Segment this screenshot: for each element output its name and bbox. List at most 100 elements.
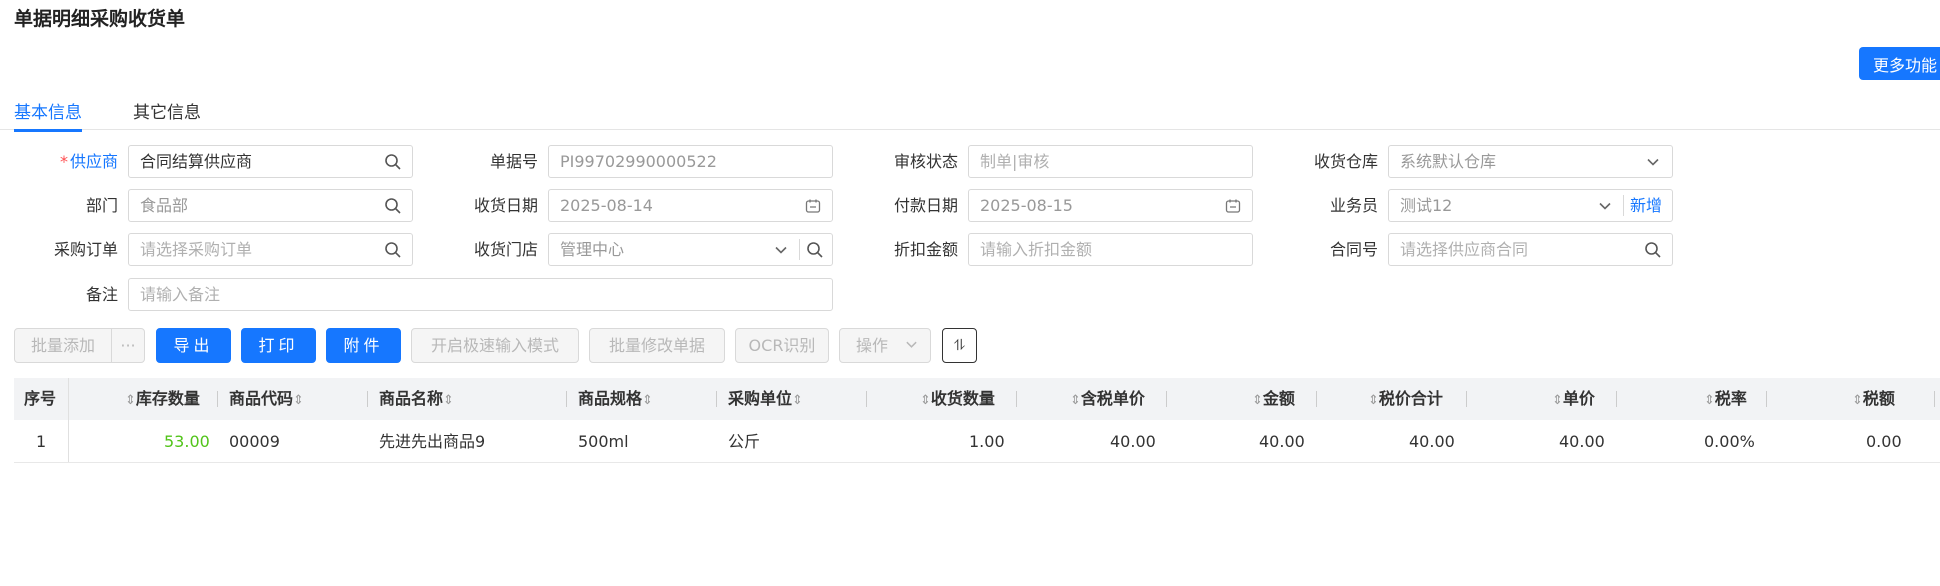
header-cell[interactable]: ⇕收货数量 bbox=[920, 378, 995, 420]
sort-icon: ⇕ bbox=[293, 393, 304, 408]
audit-status-label: 审核状态 bbox=[893, 152, 958, 171]
more-functions-button[interactable]: 更多功能 bbox=[1859, 47, 1940, 80]
search-icon[interactable] bbox=[378, 146, 408, 177]
fast-input-mode-button[interactable]: 开启极速输入模式 bbox=[411, 328, 579, 363]
supplier-value: 合同结算供应商 bbox=[140, 152, 253, 171]
supplier-label: * 供应商 bbox=[8, 145, 118, 178]
doc-no-value: PI99702990000522 bbox=[560, 152, 717, 171]
calendar-icon[interactable] bbox=[1218, 190, 1248, 221]
salesman-value: 测试12 bbox=[1400, 196, 1453, 215]
department-value: 食品部 bbox=[140, 196, 189, 215]
receive-date-value: 2025-08-14 bbox=[560, 196, 653, 215]
department-input[interactable]: 食品部 bbox=[128, 189, 413, 222]
tab-other-info[interactable]: 其它信息 bbox=[133, 98, 201, 129]
pay-date-input[interactable]: 2025-08-15 bbox=[968, 189, 1253, 222]
tax-amount-cell: 0.00 bbox=[1866, 432, 1902, 451]
tax-price-cell: 40.00 bbox=[1110, 432, 1156, 451]
purchase-order-input[interactable]: 请选择采购订单 bbox=[128, 233, 413, 266]
sort-icon: ⇕ bbox=[125, 393, 136, 408]
tax-rate-cell: 0.00% bbox=[1704, 432, 1755, 451]
warehouse-label: 收货仓库 bbox=[1313, 152, 1378, 171]
chevron-down-icon bbox=[1590, 190, 1620, 221]
tab-basic-info[interactable]: 基本信息 bbox=[14, 98, 82, 132]
required-mark: * bbox=[59, 152, 68, 171]
table-header: 序号 ⇕库存数量 商品代码⇕ 商品名称⇕ 商品规格⇕ 采购单位⇕ ⇕收货数量 ⇕… bbox=[14, 378, 1940, 420]
sort-icon: ⇕ bbox=[1070, 393, 1081, 408]
search-icon[interactable] bbox=[800, 234, 830, 265]
receive-date-input[interactable]: 2025-08-14 bbox=[548, 189, 833, 222]
receive-date-label: 收货日期 bbox=[473, 196, 538, 215]
contract-placeholder: 请选择供应商合同 bbox=[1400, 240, 1529, 259]
more-options-button[interactable]: ··· bbox=[111, 328, 145, 363]
header-cell[interactable]: ⇕税价合计 bbox=[1368, 378, 1443, 420]
search-icon[interactable] bbox=[378, 190, 408, 221]
amount-cell: 40.00 bbox=[1259, 432, 1305, 451]
discount-placeholder: 请输入折扣金额 bbox=[980, 240, 1093, 259]
header-cell[interactable]: 商品代码⇕ bbox=[229, 378, 304, 420]
column-settings-button[interactable]: ⥮ bbox=[942, 328, 977, 363]
header-cell[interactable]: 采购单位⇕ bbox=[728, 378, 803, 420]
header-cell: 序号 bbox=[24, 389, 57, 408]
chevron-down-icon bbox=[1638, 146, 1668, 177]
supplier-label-text: 供应商 bbox=[69, 152, 118, 171]
store-value: 管理中心 bbox=[560, 240, 625, 259]
remark-input[interactable]: 请输入备注 bbox=[128, 278, 833, 311]
purchase-order-placeholder: 请选择采购订单 bbox=[140, 240, 253, 259]
department-label: 部门 bbox=[85, 196, 118, 215]
warehouse-select[interactable]: 系统默认仓库 bbox=[1388, 145, 1673, 178]
export-button[interactable]: 导出 bbox=[156, 328, 231, 363]
salesman-add-link[interactable]: 新增 bbox=[1630, 190, 1662, 221]
salesman-select[interactable]: 测试12 新增 bbox=[1388, 189, 1673, 222]
sort-icon: ⇕ bbox=[1852, 393, 1863, 408]
sort-icon: ⇕ bbox=[792, 393, 803, 408]
pay-date-value: 2025-08-15 bbox=[980, 196, 1073, 215]
receive-qty-cell: 1.00 bbox=[969, 432, 1005, 451]
audit-status-placeholder: 制单|审核 bbox=[980, 152, 1050, 171]
header-cell[interactable]: ⇕税率 bbox=[1704, 378, 1747, 420]
header-cell[interactable]: ⇕含税单价 bbox=[1070, 378, 1145, 420]
discount-label: 折扣金额 bbox=[893, 240, 958, 259]
ocr-button[interactable]: OCR识别 bbox=[735, 328, 829, 363]
stock-qty-cell: 53.00 bbox=[164, 432, 210, 451]
sort-icon: ⇕ bbox=[443, 393, 454, 408]
header-cell[interactable]: 商品名称⇕ bbox=[379, 378, 454, 420]
purchase-order-label: 采购订单 bbox=[53, 240, 118, 259]
audit-status-field: 制单|审核 bbox=[968, 145, 1253, 178]
attach-button[interactable]: 附件 bbox=[326, 328, 401, 363]
product-name-cell: 先进先出商品9 bbox=[379, 432, 486, 451]
sort-icon: ⇕ bbox=[642, 393, 653, 408]
store-select[interactable]: 管理中心 bbox=[548, 233, 833, 266]
table-row[interactable]: 1 53.00 00009 先进先出商品9 500ml 公斤 1.00 40.0… bbox=[14, 420, 1940, 463]
header-cell[interactable]: ⇕单价 bbox=[1552, 378, 1595, 420]
chevron-down-icon bbox=[766, 234, 796, 265]
header-cell[interactable]: ⇕库存数量 bbox=[125, 378, 200, 420]
salesman-label: 业务员 bbox=[1329, 196, 1378, 215]
doc-no-label: 单据号 bbox=[489, 152, 538, 171]
batch-modify-button[interactable]: 批量修改单据 bbox=[589, 328, 725, 363]
search-icon[interactable] bbox=[378, 234, 408, 265]
contract-input[interactable]: 请选择供应商合同 bbox=[1388, 233, 1673, 266]
sort-icon: ⇕ bbox=[1704, 393, 1715, 408]
supplier-input[interactable]: 合同结算供应商 bbox=[128, 145, 413, 178]
header-cell[interactable]: ⇕税额 bbox=[1852, 378, 1895, 420]
chevron-down-icon bbox=[905, 329, 918, 362]
tab-bar: 基本信息 其它信息 bbox=[0, 92, 1940, 132]
operate-label: 操作 bbox=[856, 336, 889, 355]
sort-icon: ⇕ bbox=[1368, 393, 1379, 408]
sort-icon: ⇕ bbox=[920, 393, 931, 408]
header-cell[interactable]: 商品规格⇕ bbox=[578, 378, 653, 420]
contract-label: 合同号 bbox=[1329, 240, 1378, 259]
batch-add-button[interactable]: 批量添加 bbox=[14, 328, 112, 363]
warehouse-value: 系统默认仓库 bbox=[1400, 152, 1497, 171]
header-cell[interactable]: ⇕金额 bbox=[1252, 378, 1295, 420]
row-index-cell: 1 bbox=[36, 432, 47, 451]
print-button[interactable]: 打印 bbox=[241, 328, 316, 363]
doc-no-field: PI99702990000522 bbox=[548, 145, 833, 178]
calendar-icon[interactable] bbox=[798, 190, 828, 221]
discount-input[interactable]: 请输入折扣金额 bbox=[968, 233, 1253, 266]
sort-icon: ⇕ bbox=[1552, 393, 1563, 408]
pay-date-label: 付款日期 bbox=[893, 196, 958, 215]
search-icon[interactable] bbox=[1638, 234, 1668, 265]
operate-dropdown-button[interactable]: 操作 bbox=[839, 328, 931, 363]
store-label: 收货门店 bbox=[473, 240, 538, 259]
